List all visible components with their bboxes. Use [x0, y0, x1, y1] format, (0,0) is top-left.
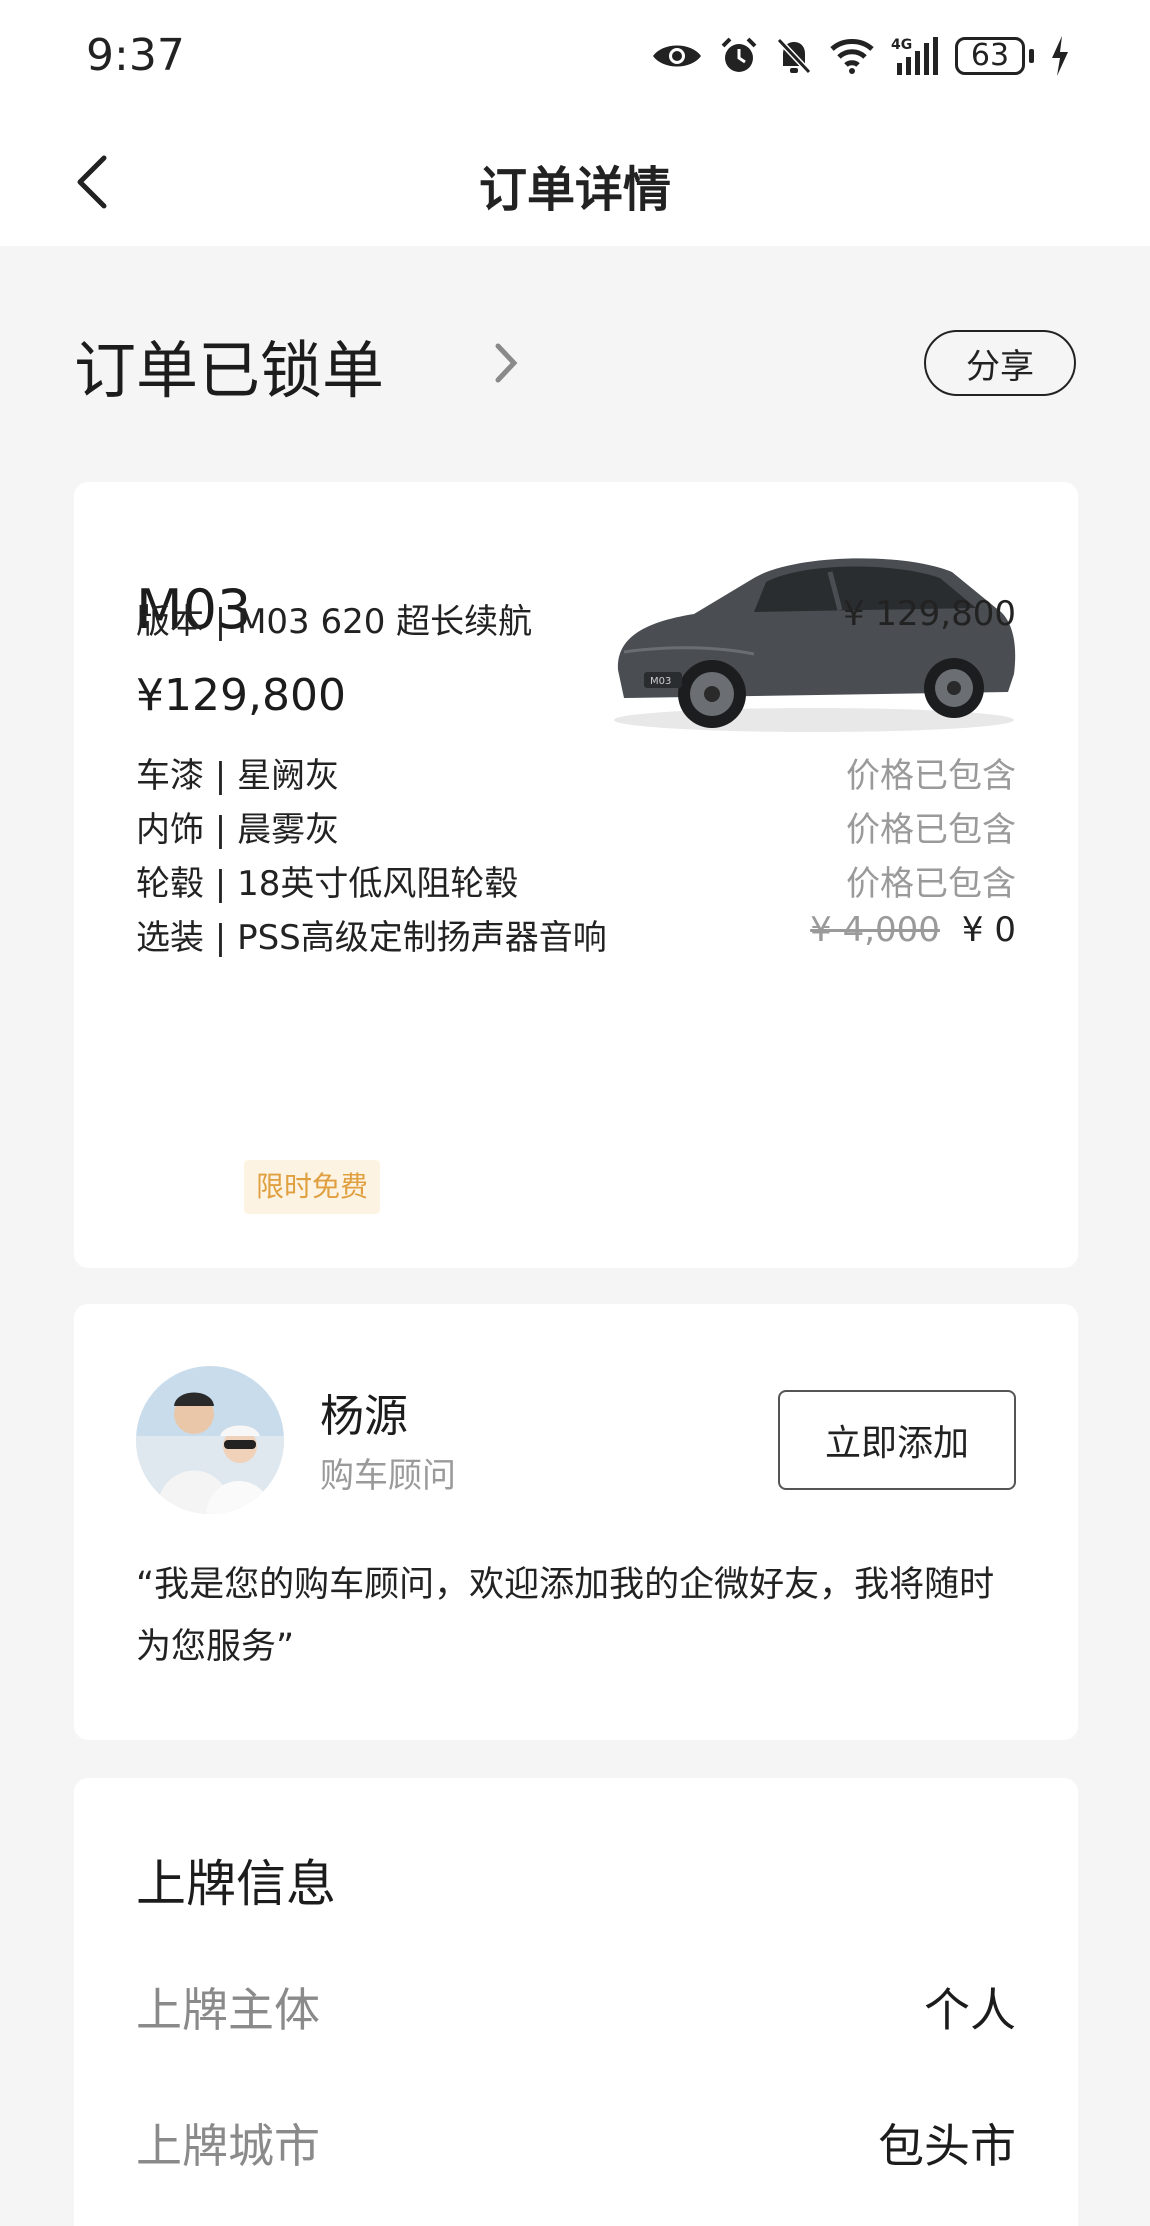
svg-text:4G: 4G: [891, 37, 912, 53]
avatar: [136, 1366, 284, 1514]
spec-label: 车漆 | 星阙灰: [136, 756, 340, 796]
car-config-card: M03 ¥129,800 M03 版本 | M03 620 超长续航 ¥ 129…: [74, 482, 1078, 1268]
status-bar: 9:37 4G 63: [0, 0, 1150, 112]
status-time: 9:37: [86, 30, 185, 81]
spec-label: 选装 | PSS高级定制扬声器音响: [136, 918, 607, 958]
plate-value: 个人: [924, 1983, 1016, 2037]
add-advisor-button[interactable]: 立即添加: [778, 1390, 1016, 1490]
advisor-name: 杨源: [320, 1391, 408, 1442]
page-title: 订单详情: [478, 162, 671, 218]
status-icons: 4G 63: [651, 32, 1070, 80]
charging-icon: [1052, 36, 1068, 76]
limited-free-tag: 限时免费: [244, 1160, 381, 1214]
spec-value: ¥ 129,800: [842, 594, 1016, 634]
advisor-role: 购车顾问: [320, 1456, 456, 1496]
battery-level: 63: [955, 37, 1025, 75]
advisor-card: 杨源 购车顾问 立即添加 “我是您的购车顾问，欢迎添加我的企微好友，我将随时为您…: [74, 1304, 1078, 1740]
eye-icon: [653, 45, 701, 67]
spec-label: 内饰 | 晨雾灰: [136, 810, 340, 850]
order-status-row[interactable]: 订单已锁单 分享: [74, 320, 1076, 407]
original-price: ¥ 4,000: [810, 910, 940, 950]
plate-key: 上牌主体: [136, 1983, 320, 2037]
mute-bell-icon: [776, 37, 812, 75]
advisor-quote: “我是您的购车顾问，欢迎添加我的企微好友，我将随时为您服务”: [136, 1565, 995, 1667]
spec-value: 价格已包含: [846, 864, 1016, 904]
spec-value: 价格已包含: [846, 810, 1016, 850]
plate-info-title: 上牌信息: [136, 1855, 336, 1913]
alarm-icon: [721, 37, 757, 72]
plate-row-subject: 上牌主体 个人: [136, 1974, 1016, 2037]
spec-label: 轮毂 | 18英寸低风阻轮毂: [136, 864, 519, 904]
plate-info-card: 上牌信息 上牌主体 个人 上牌城市 包头市: [74, 1778, 1078, 2226]
plate-row-city: 上牌城市 包头市: [136, 2110, 1016, 2173]
spec-value: ¥ 4,000 ¥ 0: [810, 910, 1016, 950]
spec-label: 版本 | M03 620 超长续航: [136, 602, 533, 642]
car-price: ¥129,800: [136, 670, 346, 721]
final-price: ¥ 0: [961, 910, 1016, 950]
battery-indicator: 63: [955, 37, 1034, 75]
chevron-right-icon[interactable]: [490, 338, 520, 388]
signal-4g-icon: 4G: [891, 37, 938, 75]
spec-row-wheels: 轮毂 | 18英寸低风阻轮毂 价格已包含: [136, 856, 1016, 906]
plate-key: 上牌城市: [136, 2119, 320, 2173]
spec-value: 价格已包含: [846, 756, 1016, 796]
spec-row-interior: 内饰 | 晨雾灰 价格已包含: [136, 802, 1016, 852]
share-button[interactable]: 分享: [924, 330, 1076, 396]
wifi-icon: [830, 39, 874, 74]
spec-row-version: 版本 | M03 620 超长续航 ¥ 129,800: [136, 594, 1016, 644]
spec-row-paint: 车漆 | 星阙灰 价格已包含: [136, 748, 1016, 798]
order-status[interactable]: 订单已锁单: [74, 320, 384, 410]
car-badge: M03: [650, 676, 671, 687]
plate-value: 包头市: [878, 2119, 1016, 2173]
nav-bar: 订单详情: [0, 112, 1150, 246]
spec-row-options: 选装 | PSS高级定制扬声器音响 ¥ 4,000 ¥ 0: [136, 910, 1016, 960]
